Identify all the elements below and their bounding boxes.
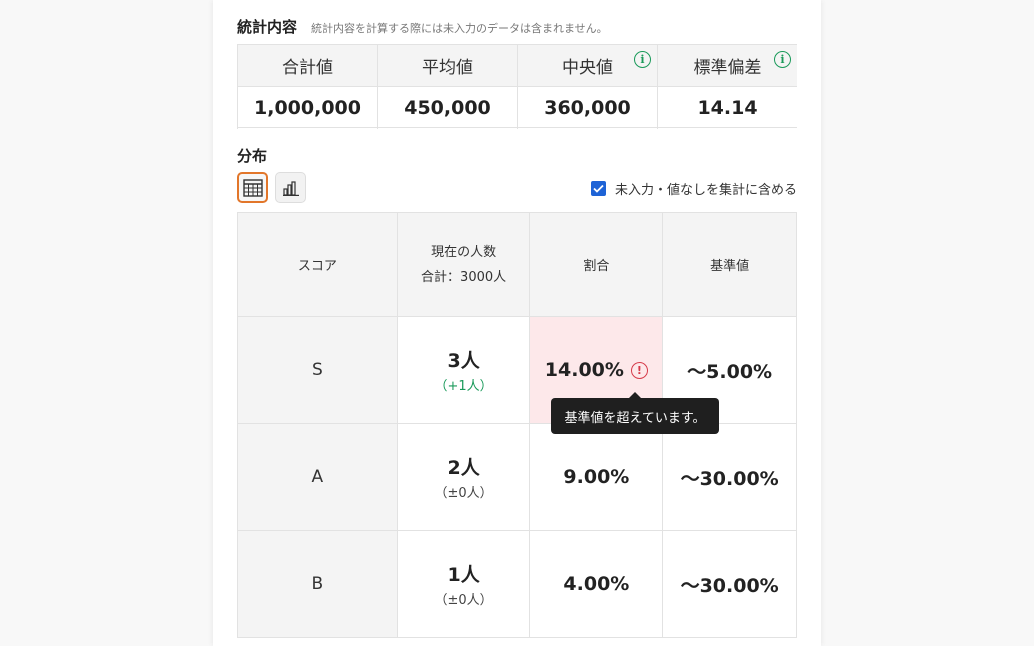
count-value: 2人	[447, 457, 480, 479]
include-blank-option[interactable]: 未入力・値なしを集計に含める	[590, 179, 797, 198]
include-blank-label: 未入力・値なしを集計に含める	[614, 183, 797, 198]
count-cell: 1人 （±0人）	[397, 531, 531, 638]
header-count: 現在の人数 合計：3000人	[397, 213, 531, 317]
stat-header-stddev: 標準偏差 i	[657, 45, 797, 87]
statistics-card: 統計内容 統計内容を計算する際には未入力のデータは含まれません。 合計値 平均値…	[213, 0, 821, 646]
ratio-cell: 9.00%	[530, 424, 664, 531]
table-row: A 2人 （±0人） 9.00% 〜30.00%	[238, 424, 798, 531]
chart-view-button[interactable]	[275, 172, 306, 203]
stat-header-sum: 合計値	[237, 45, 377, 87]
header-standard: 基準値	[663, 213, 798, 317]
include-blank-checkbox[interactable]	[590, 181, 606, 196]
table-view-button[interactable]	[237, 172, 268, 203]
count-diff: （±0人）	[434, 593, 493, 608]
score-cell: S	[238, 317, 398, 424]
header-ratio: 割合	[530, 213, 664, 317]
bar-chart-view-icon	[282, 180, 299, 196]
stats-section-header: 統計内容 統計内容を計算する際には未入力のデータは含まれません。	[237, 16, 608, 37]
score-cell: A	[238, 424, 398, 531]
over-standard-tooltip: 基準値を超えています。	[551, 392, 719, 434]
stat-header-median: 中央値 i	[517, 45, 657, 87]
stat-value-stddev: 14.14	[657, 87, 797, 129]
stats-title: 統計内容	[237, 18, 298, 36]
stat-value-sum: 1,000,000	[237, 87, 377, 129]
stats-table: 合計値 平均値 中央値 i 標準偏差 i 1,000,000 450,000 3…	[237, 44, 797, 129]
count-diff: （±0人）	[434, 486, 493, 501]
count-value: 1人	[447, 564, 480, 586]
count-diff: （+1人）	[434, 379, 493, 394]
info-icon[interactable]: i	[634, 51, 651, 68]
standard-cell: 〜30.00%	[663, 424, 798, 531]
score-cell: B	[238, 531, 398, 638]
count-cell: 3人 （+1人）	[397, 317, 531, 424]
check-icon	[593, 184, 604, 193]
distribution-title: 分布	[237, 147, 268, 165]
stats-note: 統計内容を計算する際には未入力のデータは含まれません。	[311, 22, 608, 35]
standard-cell: 〜30.00%	[663, 531, 798, 638]
ratio-value: 14.00%	[544, 359, 624, 381]
count-value: 3人	[447, 350, 480, 372]
stat-value-average: 450,000	[377, 87, 517, 129]
count-cell: 2人 （±0人）	[397, 424, 531, 531]
stat-value-median: 360,000	[517, 87, 657, 129]
stat-header-average: 平均値	[377, 45, 517, 87]
table-header-row: スコア 現在の人数 合計：3000人 割合 基準値	[238, 213, 798, 317]
table-row: B 1人 （±0人） 4.00% 〜30.00%	[238, 531, 798, 638]
table-view-icon	[242, 178, 263, 197]
ratio-cell: 4.00%	[530, 531, 664, 638]
warning-icon[interactable]: !	[630, 361, 648, 379]
header-score: スコア	[238, 213, 398, 317]
info-icon[interactable]: i	[774, 51, 791, 68]
